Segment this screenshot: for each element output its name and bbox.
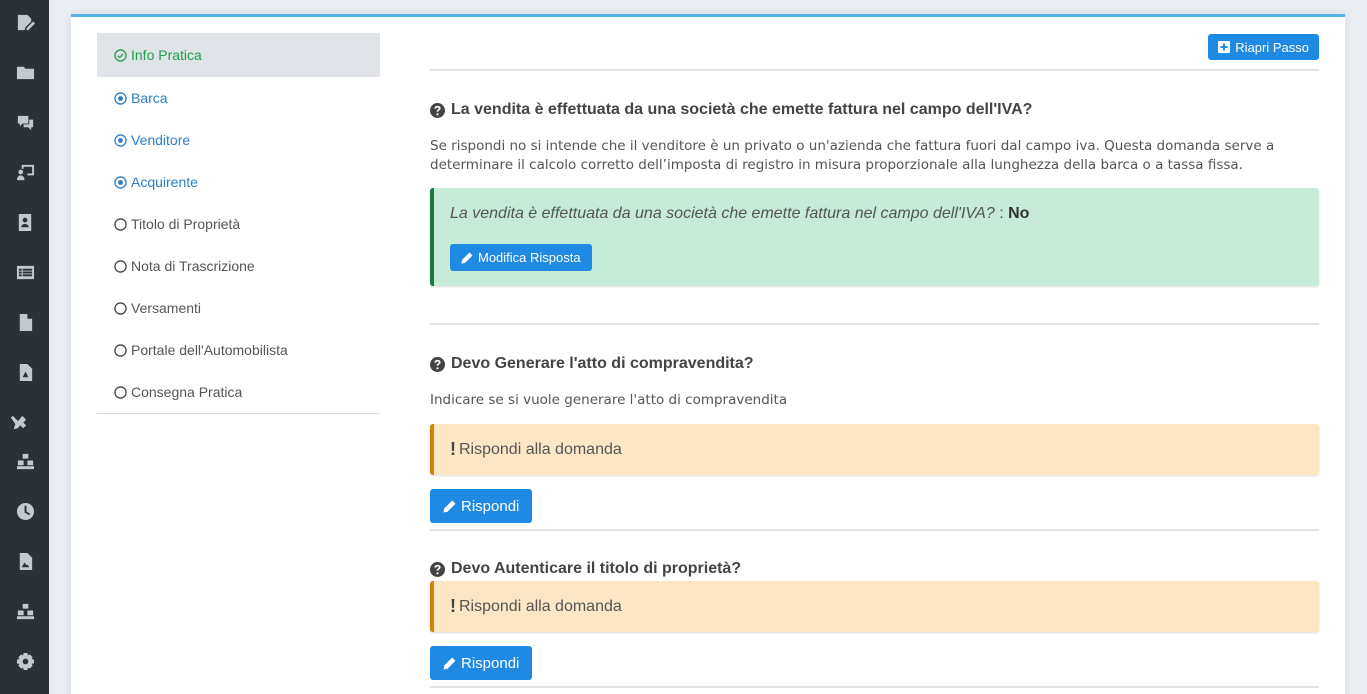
folder-icon[interactable] — [15, 62, 35, 82]
circle-icon — [114, 343, 127, 357]
step-label: Titolo di Proprietà — [131, 216, 241, 232]
address-book-icon[interactable] — [15, 212, 35, 232]
warning-box: ! Rispondi alla domanda — [430, 424, 1319, 475]
dot-circle-icon — [114, 175, 127, 189]
answer-value: No — [1008, 205, 1030, 222]
divider — [430, 323, 1319, 325]
circle-icon — [114, 301, 127, 315]
comments-icon[interactable] — [15, 112, 35, 132]
question-description: Indicare se si vuole generare l'atto di … — [430, 392, 788, 408]
step-nota-di-trascrizione[interactable]: Nota di Trascrizione — [97, 245, 380, 287]
step-label: Versamenti — [131, 300, 202, 316]
gear-icon[interactable] — [15, 651, 35, 671]
circle-icon — [114, 217, 127, 231]
question-title-text: Devo Autenticare il titolo di proprietà? — [451, 560, 742, 577]
steps-menu: Info Pratica Barca Venditore Acquirente … — [97, 33, 380, 414]
circle-icon — [114, 259, 127, 273]
warning-text: Rispondi alla domanda — [459, 597, 622, 615]
reopen-step-button[interactable]: Riapri Passo — [1208, 34, 1319, 60]
divider — [430, 69, 1319, 71]
icon-sidebar — [0, 0, 49, 694]
step-barca[interactable]: Barca — [97, 77, 380, 119]
step-consegna-pratica[interactable]: Consegna Pratica — [97, 371, 380, 413]
circle-icon — [114, 385, 127, 399]
question-title: La vendita è effettuata da una società c… — [430, 101, 1032, 119]
question-title: Devo Autenticare il titolo di proprietà? — [430, 560, 741, 578]
answer-button[interactable]: Rispondi — [430, 646, 533, 680]
step-acquirente[interactable]: Acquirente — [97, 161, 380, 203]
steps-divider — [97, 413, 380, 414]
question-title-text: La vendita è effettuata da una società c… — [451, 101, 1033, 118]
edit-answer-label: Modifica Risposta — [478, 250, 581, 265]
answer-button-label: Rispondi — [461, 654, 520, 672]
check-circle-icon — [114, 48, 127, 62]
list-alt-icon[interactable] — [15, 262, 35, 282]
answer-separator: : — [999, 205, 1004, 222]
main-card: Info Pratica Barca Venditore Acquirente … — [71, 14, 1345, 694]
step-titolo-di-proprieta[interactable]: Titolo di Proprietà — [97, 203, 380, 245]
cubes-icon[interactable] — [15, 451, 35, 471]
file-pdf-icon[interactable] — [15, 362, 35, 382]
reopen-step-label: Riapri Passo — [1235, 39, 1309, 55]
exclamation-icon: ! — [450, 439, 456, 459]
pencil-icon — [443, 500, 456, 512]
divider — [430, 529, 1319, 531]
edit-answer-button[interactable]: Modifica Risposta — [450, 244, 592, 271]
cubes-icon[interactable] — [15, 601, 35, 621]
question-circle-icon — [430, 561, 445, 577]
step-label: Consegna Pratica — [131, 384, 243, 400]
warning-text: Rispondi alla domanda — [459, 440, 622, 458]
question-circle-icon — [430, 356, 445, 372]
dot-circle-icon — [114, 91, 127, 105]
file-image-icon[interactable] — [15, 551, 35, 571]
step-label: Venditore — [131, 132, 191, 148]
exclamation-icon: ! — [450, 596, 456, 616]
file-icon[interactable] — [15, 312, 35, 332]
edit-document-icon[interactable] — [15, 12, 35, 32]
chalkboard-user-icon[interactable] — [15, 162, 35, 182]
step-label: Acquirente — [131, 174, 198, 190]
step-label: Portale dell'Automobilista — [131, 342, 288, 358]
dot-circle-icon — [114, 133, 127, 147]
divider — [430, 686, 1319, 688]
step-versamenti[interactable]: Versamenti — [97, 287, 380, 329]
answer-line: La vendita è effettuata da una società c… — [450, 205, 1029, 223]
answer-box: La vendita è effettuata da una società c… — [430, 188, 1319, 286]
pencil-icon — [443, 657, 456, 669]
pencil-icon — [461, 252, 473, 263]
tools-icon[interactable] — [8, 413, 28, 433]
answer-question: La vendita è effettuata da una società c… — [450, 205, 995, 222]
step-label: Barca — [131, 90, 168, 106]
step-info-pratica[interactable]: Info Pratica — [97, 33, 380, 77]
question-description: Se rispondi no si intende che il vendito… — [430, 138, 1275, 173]
answer-button-label: Rispondi — [461, 497, 520, 515]
step-label: Nota di Trascrizione — [131, 258, 255, 274]
question-title-text: Devo Generare l'atto di compravendita? — [451, 355, 754, 372]
step-portale-automobilista[interactable]: Portale dell'Automobilista — [97, 329, 380, 371]
warning-box: ! Rispondi alla domanda — [430, 581, 1319, 632]
question-circle-icon — [430, 102, 445, 118]
step-venditore[interactable]: Venditore — [97, 119, 380, 161]
question-title: Devo Generare l'atto di compravendita? — [430, 355, 754, 373]
clock-icon[interactable] — [15, 501, 35, 521]
step-label: Info Pratica — [131, 47, 202, 63]
plus-square-icon — [1218, 41, 1231, 53]
answer-button[interactable]: Rispondi — [430, 489, 533, 523]
